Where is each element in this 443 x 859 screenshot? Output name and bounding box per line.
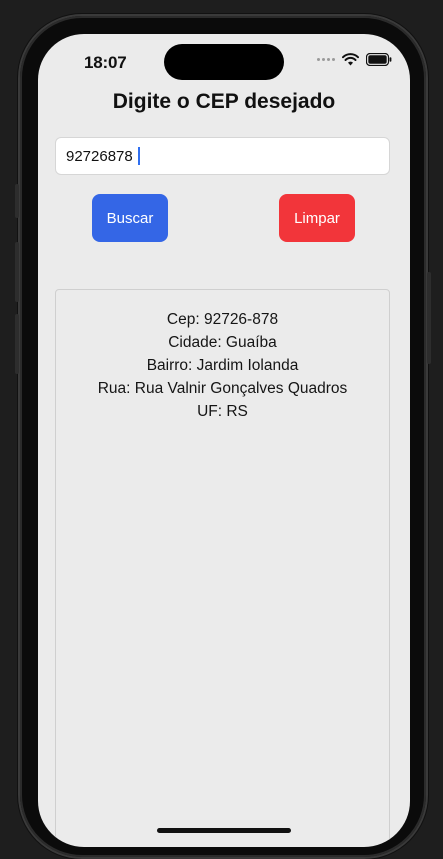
status-icons — [317, 53, 392, 66]
phone-screen: 18:07 Digite o CEP desejado Buscar Limpa… — [38, 34, 410, 847]
signal-dots-icon — [317, 58, 335, 61]
wifi-icon — [342, 53, 359, 66]
result-city: Cidade: Guaíba — [168, 334, 277, 351]
search-button[interactable]: Buscar — [92, 194, 168, 242]
side-button — [15, 184, 19, 218]
page-title: Digite o CEP desejado — [112, 90, 336, 113]
side-button — [15, 242, 19, 302]
side-button — [427, 272, 431, 364]
result-neighborhood: Bairro: Jardim Iolanda — [146, 357, 299, 374]
battery-icon — [366, 53, 392, 66]
result-state: UF: RS — [197, 403, 248, 420]
result-cep: Cep: 92726-878 — [166, 311, 279, 328]
result-street: Rua: Rua Valnir Gonçalves Quadros — [97, 380, 348, 397]
status-time: 18:07 — [84, 53, 127, 72]
home-indicator[interactable] — [157, 828, 291, 833]
text-caret — [138, 147, 140, 165]
result-panel: Cep: 92726-878 Cidade: Guaíba Bairro: Ja… — [55, 289, 390, 847]
side-button — [15, 314, 19, 374]
clear-button[interactable]: Limpar — [279, 194, 355, 242]
dynamic-island — [164, 44, 284, 80]
cep-input[interactable] — [55, 137, 390, 175]
